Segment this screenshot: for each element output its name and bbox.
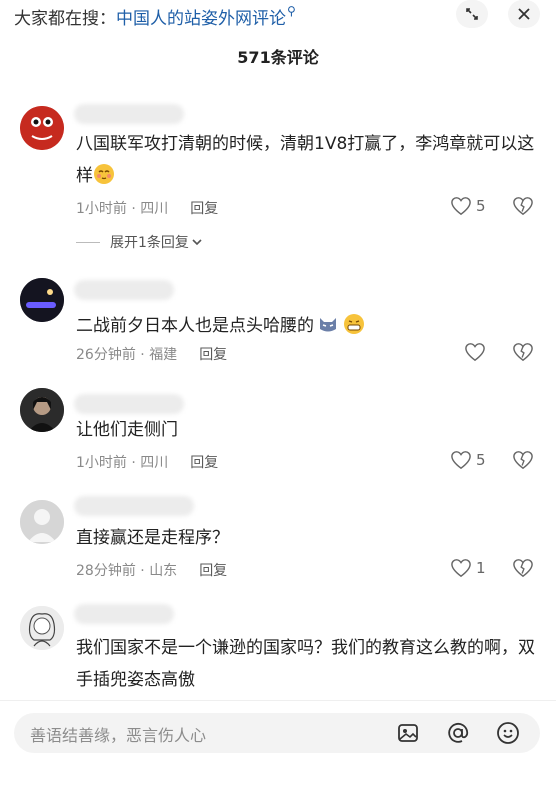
- comment-count-title: 571条评论: [237, 48, 319, 67]
- comment-text: 我们国家不是一个谦逊的国家吗？我们的教育这么教的啊，双手插兜姿态高傲: [76, 638, 535, 690]
- dislike-button[interactable]: [512, 450, 534, 474]
- like-count: 5: [476, 197, 486, 215]
- dislike-button[interactable]: [512, 558, 534, 582]
- like-button[interactable]: [464, 342, 490, 362]
- emoji-button[interactable]: [494, 719, 522, 747]
- minimize-icon: [466, 8, 478, 20]
- comment-meta: 1小时前 · 四川 回复: [76, 201, 219, 217]
- comment-location: 四川: [140, 455, 169, 471]
- comment-location: 山东: [149, 563, 178, 579]
- broken-heart-icon: [513, 343, 533, 362]
- comment-time: 1小时前: [76, 455, 127, 471]
- chevron-down-icon: [192, 239, 202, 246]
- at-icon: [448, 722, 469, 743]
- avatar[interactable]: [20, 106, 64, 150]
- reply-button[interactable]: 回复: [190, 455, 218, 471]
- broken-heart-icon: [513, 197, 533, 216]
- broken-heart-icon: [513, 559, 533, 578]
- comment-text: 让他们走侧门: [76, 420, 178, 440]
- top-bar: 大家都在搜：中国人的站姿外网评论⚲: [0, 0, 556, 32]
- mention-button[interactable]: [444, 719, 472, 747]
- expand-replies-button[interactable]: 展开1条回复: [76, 232, 203, 252]
- username-blurred[interactable]: [74, 104, 184, 124]
- username-blurred[interactable]: [74, 496, 194, 516]
- like-button[interactable]: 1: [450, 558, 486, 578]
- comment-text: 二战前夕日本人也是点头哈腰的: [76, 310, 536, 342]
- heart-icon: [451, 451, 471, 470]
- search-query-link[interactable]: 中国人的站姿外网评论: [116, 9, 286, 29]
- grin-emoji-icon: [343, 313, 365, 335]
- reply-button[interactable]: 回复: [199, 563, 227, 579]
- like-button[interactable]: 5: [450, 450, 486, 470]
- avatar[interactable]: [20, 500, 64, 544]
- portrait-avatar-icon: [20, 606, 64, 650]
- comment-text: 八国联军攻打清朝的时候，清朝1V8打赢了，李鸿章就可以这样: [76, 134, 535, 186]
- username-blurred[interactable]: [74, 394, 184, 414]
- comment-input-placeholder: 善语结善缘，恶言伤人心: [30, 726, 207, 745]
- comment-location: 福建: [149, 347, 178, 363]
- heart-icon: [465, 343, 485, 362]
- expand-replies-label: 展开1条回复: [110, 235, 189, 251]
- comment-location: 四川: [140, 201, 169, 217]
- heart-icon: [451, 559, 471, 578]
- username-blurred[interactable]: [74, 280, 174, 300]
- night-scene-avatar-icon: [20, 278, 64, 322]
- comment-input-bar: 善语结善缘，恶言伤人心: [0, 700, 556, 761]
- default-avatar-icon: [20, 500, 64, 544]
- comment-meta: 28分钟前 · 山东 回复: [76, 563, 228, 579]
- person-avatar-icon: [20, 388, 64, 432]
- minimize-button[interactable]: [456, 0, 488, 28]
- close-icon: [518, 8, 530, 20]
- divider: [76, 241, 100, 243]
- avatar[interactable]: [20, 278, 64, 322]
- comment-time: 26分钟前: [76, 347, 136, 363]
- smiley-icon: [497, 722, 519, 744]
- image-button[interactable]: [394, 719, 422, 747]
- like-count: 1: [476, 559, 486, 577]
- search-icon: ⚲: [287, 4, 296, 18]
- comment-meta: 1小时前 · 四川 回复: [76, 455, 219, 471]
- comment-time: 1小时前: [76, 201, 127, 217]
- dislike-button[interactable]: [512, 342, 534, 366]
- close-button[interactable]: [508, 0, 540, 28]
- reply-button[interactable]: 回复: [190, 201, 218, 217]
- avatar[interactable]: [20, 388, 64, 432]
- like-button[interactable]: 5: [450, 196, 486, 216]
- shy-emoji-icon: [93, 163, 115, 185]
- username-blurred[interactable]: [74, 604, 174, 624]
- comment-text: 直接赢还是走程序？: [76, 528, 229, 548]
- reply-button[interactable]: 回复: [199, 347, 227, 363]
- dislike-button[interactable]: [512, 196, 534, 220]
- heart-icon: [451, 197, 471, 216]
- cat-emoji-icon: [317, 313, 339, 335]
- image-icon: [398, 724, 418, 742]
- comment-time: 28分钟前: [76, 563, 136, 579]
- comment-input[interactable]: 善语结善缘，恶言伤人心: [14, 713, 540, 753]
- search-suggestion[interactable]: 大家都在搜：中国人的站姿外网评论⚲: [14, 4, 296, 29]
- like-count: 5: [476, 451, 486, 469]
- comment-meta: 26分钟前 · 福建 回复: [76, 347, 228, 363]
- broken-heart-icon: [513, 451, 533, 470]
- avatar[interactable]: [20, 606, 64, 650]
- crab-avatar-icon: [20, 106, 64, 150]
- search-prefix: 大家都在搜：: [14, 9, 116, 29]
